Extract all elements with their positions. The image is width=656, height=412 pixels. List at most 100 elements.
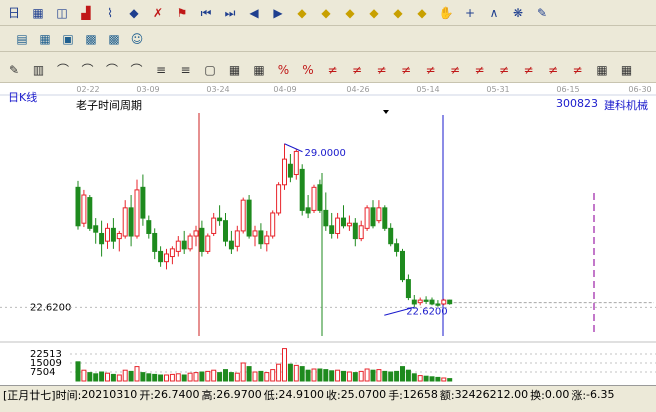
sel-icon[interactable]: ▢ xyxy=(200,60,220,80)
candle-body-down xyxy=(223,220,228,242)
fan-icon[interactable]: ≡ xyxy=(151,60,171,80)
hand-label: 手: xyxy=(388,388,403,402)
sym-icon[interactable]: ≠ xyxy=(543,60,563,80)
calendar-icon[interactable]: ▤ xyxy=(12,29,32,49)
sym-icon[interactable]: ≠ xyxy=(445,60,465,80)
gift-icon[interactable]: ❋ xyxy=(508,3,528,23)
candle-body-down xyxy=(429,299,435,305)
sym-icon[interactable]: ≠ xyxy=(519,60,539,80)
sq-icon[interactable]: ▦ xyxy=(225,60,245,80)
arc-icon[interactable]: ⌒ xyxy=(78,60,98,80)
pct-icon[interactable]: % xyxy=(298,60,318,80)
sym-icon[interactable]: ≠ xyxy=(568,60,588,80)
cursor-icon[interactable]: ◆ xyxy=(124,3,144,23)
red-chart-icon[interactable]: ▟ xyxy=(76,3,96,23)
arc-icon[interactable]: ⌒ xyxy=(53,60,73,80)
close-label: 收: xyxy=(325,388,341,402)
bars-icon[interactable]: ▥ xyxy=(29,60,49,80)
high-marker-line xyxy=(284,143,303,153)
sym-icon[interactable]: ≠ xyxy=(470,60,490,80)
volume-bar-up xyxy=(116,374,122,382)
next-icon[interactable]: ⏭ xyxy=(220,3,240,23)
period-label[interactable]: 日K线 xyxy=(8,89,37,105)
日-icon[interactable]: 日 xyxy=(4,3,24,23)
candle-body-down xyxy=(93,225,99,233)
delete-icon[interactable]: ✗ xyxy=(148,3,168,23)
candle-body-up xyxy=(187,235,193,250)
window-icon[interactable]: ▣ xyxy=(58,29,78,49)
diamond-icon[interactable]: ◆ xyxy=(316,3,336,23)
candle-body-down xyxy=(258,230,264,245)
people-icon[interactable]: ☺ xyxy=(127,29,147,49)
status-bar: [正月廿七] 时间: 20210310 开: 26.7400 高: 26.9700 低… xyxy=(0,385,656,403)
sym-icon[interactable]: ≠ xyxy=(372,60,392,80)
candle-body-down xyxy=(87,197,93,229)
candle-body-up xyxy=(175,240,181,252)
save-icon[interactable]: ▩ xyxy=(81,29,101,49)
hand-icon[interactable]: ✋ xyxy=(436,3,456,23)
candle-body-down xyxy=(447,299,453,305)
sym-icon[interactable]: ≠ xyxy=(396,60,416,80)
sym-icon[interactable]: ≠ xyxy=(421,60,441,80)
diamond-icon[interactable]: ◆ xyxy=(388,3,408,23)
cross-icon[interactable]: + xyxy=(460,3,480,23)
candle-body-up xyxy=(211,217,217,234)
calc-icon[interactable]: ▦ xyxy=(35,29,55,49)
date-tick-label: 06-30 xyxy=(628,85,651,94)
volume-bar-up xyxy=(364,368,370,382)
chart-icon[interactable]: ▦ xyxy=(28,3,48,23)
diamond-icon[interactable]: ◆ xyxy=(412,3,432,23)
volume-bar-up xyxy=(376,369,382,382)
arc-icon[interactable]: ⌒ xyxy=(127,60,147,80)
date-tick-label: 05-14 xyxy=(416,85,439,94)
volume-bar-up xyxy=(335,369,341,382)
pen-icon[interactable]: ✎ xyxy=(532,3,552,23)
candle-body-up xyxy=(346,222,352,227)
sym-icon[interactable]: ≠ xyxy=(347,60,367,80)
info-icon[interactable]: ◫ xyxy=(52,3,72,23)
drawing-toolbar: ✎ ▥ ⌒ ⌒ ⌒ ⌒ ≡ ≡ ▢ ▦ ▦%% ≠ ≠ ≠ ≠ ≠ ≠ ≠ ≠ ≠ ≠ ≠ ▦ ▦ xyxy=(0,57,656,83)
last-icon[interactable]: ▶ xyxy=(268,3,288,23)
change-label: 涨: xyxy=(571,388,587,402)
volume-bar-down xyxy=(370,369,376,382)
candle-body-down xyxy=(305,207,311,214)
volume-bar-down xyxy=(388,371,394,382)
volume-bar-down xyxy=(128,370,134,382)
grid-icon[interactable]: ▦ xyxy=(249,60,269,80)
diamond-icon[interactable]: ◆ xyxy=(364,3,384,23)
arc-icon[interactable]: ⌒ xyxy=(102,60,122,80)
candle-body-down xyxy=(382,207,388,229)
candlestick-chart[interactable]: 02-22 03-09 03-24 04-09 04-26 05-14 05-31 06-15… xyxy=(0,83,656,385)
candle-body-up xyxy=(240,199,246,232)
candle-body-down xyxy=(423,299,429,302)
first-icon[interactable]: ⏮ xyxy=(196,3,216,23)
candle-body-down xyxy=(158,250,164,263)
volume-bar-up xyxy=(264,372,270,382)
save2-icon[interactable]: ▩ xyxy=(104,29,124,49)
prev-icon[interactable]: ◀ xyxy=(244,3,264,23)
diamond-icon[interactable]: ◆ xyxy=(292,3,312,23)
candle-body-down xyxy=(146,220,152,234)
volume-bar-up xyxy=(169,373,175,382)
candle-body-down xyxy=(75,186,81,227)
pct-icon[interactable]: % xyxy=(274,60,294,80)
flag-icon[interactable]: ⚑ xyxy=(172,3,192,23)
high-value: 26.9700 xyxy=(216,388,262,401)
diamond-icon[interactable]: ◆ xyxy=(340,3,360,23)
candle-body-down xyxy=(370,207,376,227)
grid3-icon[interactable]: ▦ xyxy=(617,60,637,80)
amount-label: 额: xyxy=(439,388,455,402)
line-icon[interactable]: ∧ xyxy=(484,3,504,23)
candle-body-down xyxy=(299,168,305,211)
sym-icon[interactable]: ≠ xyxy=(494,60,514,80)
pen-icon[interactable]: ✎ xyxy=(4,60,24,80)
candle-body-up xyxy=(293,150,299,176)
grid2-icon[interactable]: ▦ xyxy=(592,60,612,80)
date-tick-label: 04-09 xyxy=(273,85,296,94)
candle-body-down xyxy=(199,227,205,252)
sym-icon[interactable]: ≠ xyxy=(323,60,343,80)
chart-area[interactable]: 02-22 03-09 03-24 04-09 04-26 05-14 05-31 06-15… xyxy=(0,83,656,385)
stock-code: 300823 xyxy=(556,97,598,110)
trend-icon[interactable]: ⌇ xyxy=(100,3,120,23)
fan-icon[interactable]: ≡ xyxy=(176,60,196,80)
